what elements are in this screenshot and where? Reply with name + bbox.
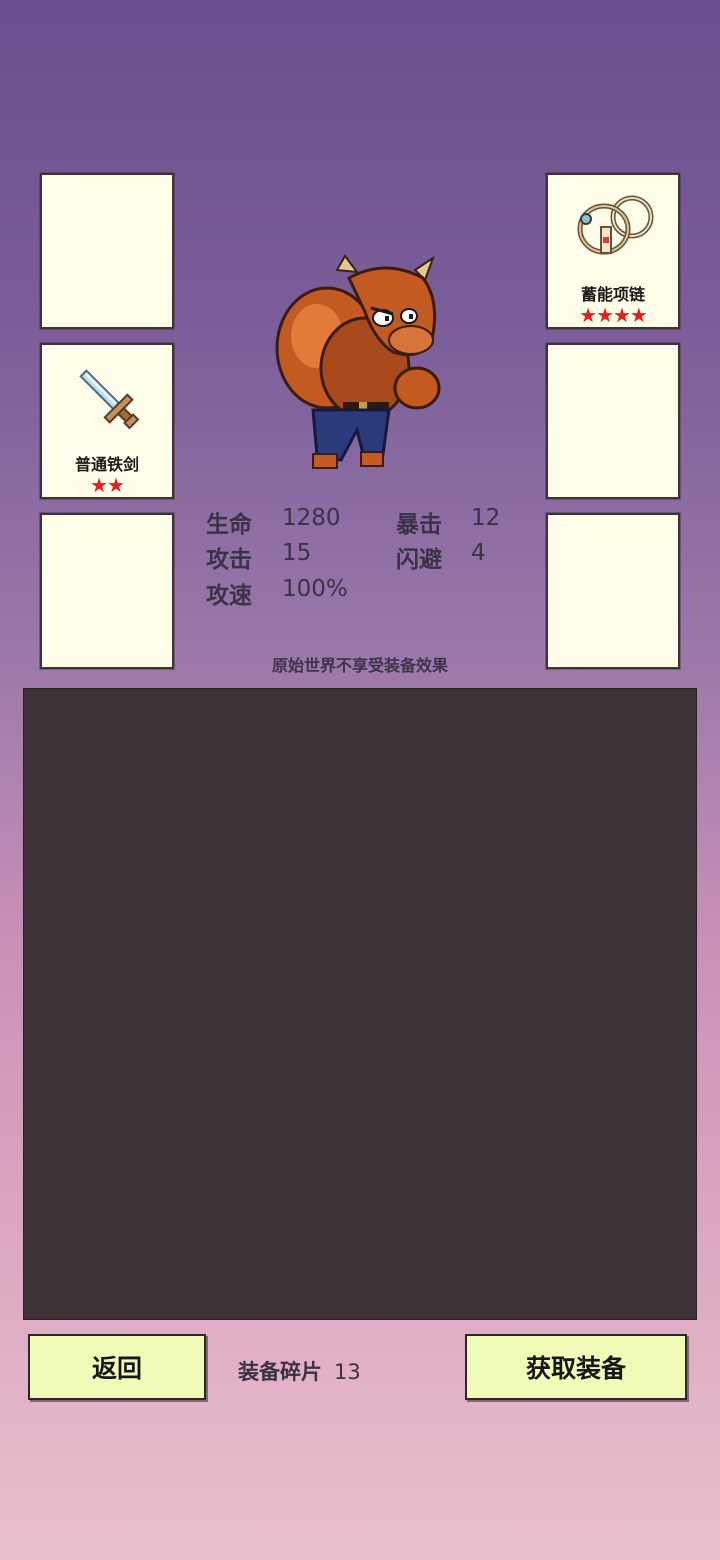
minotaur-character: [275, 254, 441, 469]
item-stars: ★★★★: [579, 303, 648, 327]
back-button[interactable]: 返回: [28, 1334, 206, 1400]
item-name: 普通铁剑: [74, 455, 139, 474]
equip-slot-left-2[interactable]: 普通铁剑 ★★: [40, 343, 174, 499]
equipment-effect-note: 原始世界不享受装备效果: [271, 656, 448, 675]
equip-slot-left-3[interactable]: [40, 513, 174, 669]
equipment-shards: 装备碎片 13: [238, 1356, 361, 1386]
stat-atk-value: 15: [282, 540, 312, 566]
necklace-icon: [577, 195, 654, 255]
equip-slot-right-2[interactable]: [546, 343, 680, 499]
stat-crit-value: 12: [471, 505, 501, 531]
stat-dodge-value: 4: [471, 540, 486, 566]
stat-dodge-label: 闪避: [396, 547, 442, 573]
item-stars: ★★: [90, 473, 125, 497]
equip-slot-left-1[interactable]: [40, 173, 174, 329]
sword-icon: [79, 369, 140, 430]
get-equipment-button[interactable]: 获取装备: [465, 1334, 687, 1400]
shards-count: 13: [334, 1360, 361, 1384]
equip-slot-right-3[interactable]: [546, 513, 680, 669]
item-name: 蓄能项链: [580, 285, 645, 304]
stat-hp-label: 生命: [206, 512, 252, 538]
stat-hp-value: 1280: [282, 505, 341, 531]
equip-slot-right-1[interactable]: 蓄能项链 ★★★★: [546, 173, 680, 329]
inventory-panel[interactable]: [23, 688, 697, 1320]
stat-atk-label: 攻击: [206, 547, 252, 573]
stat-crit-label: 暴击: [396, 512, 442, 538]
shards-label: 装备碎片: [238, 1360, 322, 1384]
stat-speed-label: 攻速: [206, 583, 252, 609]
stat-speed-value: 100%: [282, 576, 348, 602]
